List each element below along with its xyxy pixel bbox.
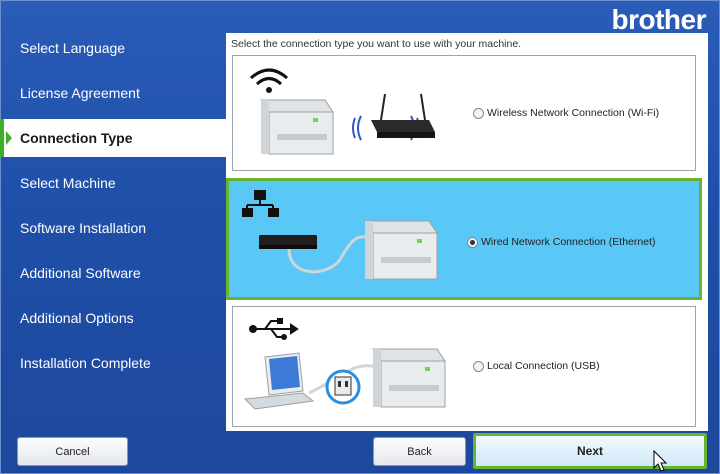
network-icon: [242, 190, 279, 217]
connection-type-panel: Select the connection type you want to u…: [226, 33, 708, 431]
radio-usb[interactable]: [473, 361, 484, 372]
router-icon: [371, 93, 435, 138]
step-additional-options: Additional Options: [20, 310, 134, 326]
option-wired[interactable]: Wired Network Connection (Ethernet): [226, 178, 702, 300]
laptop-icon: [243, 352, 315, 410]
radio-wireless[interactable]: [473, 108, 484, 119]
option-usb[interactable]: Local Connection (USB): [232, 306, 696, 427]
usb-illustration: [243, 318, 446, 410]
option-wireless[interactable]: Wireless Network Connection (Wi-Fi): [232, 55, 696, 171]
label-usb: Local Connection (USB): [487, 360, 600, 372]
printer-icon: [260, 99, 334, 155]
radio-wired[interactable]: [467, 237, 478, 248]
step-select-language: Select Language: [20, 40, 126, 56]
printer-icon: [372, 348, 446, 408]
usb-icon: [249, 318, 299, 340]
step-installation-complete: Installation Complete: [20, 355, 151, 371]
step-connection-type: Connection Type: [0, 119, 226, 157]
step-software-installation: Software Installation: [20, 220, 147, 236]
instruction-text: Select the connection type you want to u…: [231, 38, 522, 50]
usb-connector-icon: [325, 369, 361, 405]
label-wireless: Wireless Network Connection (Wi-Fi): [487, 107, 660, 119]
label-wired: Wired Network Connection (Ethernet): [481, 236, 656, 248]
step-license-agreement: License Agreement: [20, 85, 140, 101]
back-button[interactable]: Back: [373, 437, 466, 466]
cancel-button[interactable]: Cancel: [17, 437, 128, 466]
brother-logo: brother: [611, 4, 707, 35]
switch-icon: [259, 235, 317, 249]
next-button[interactable]: Next: [473, 433, 707, 469]
step-select-machine: Select Machine: [20, 175, 116, 191]
step-additional-software: Additional Software: [20, 265, 141, 281]
step-list: Select Language License Agreement Connec…: [0, 26, 226, 386]
wifi-icon: [250, 68, 288, 93]
printer-icon: [364, 220, 438, 280]
